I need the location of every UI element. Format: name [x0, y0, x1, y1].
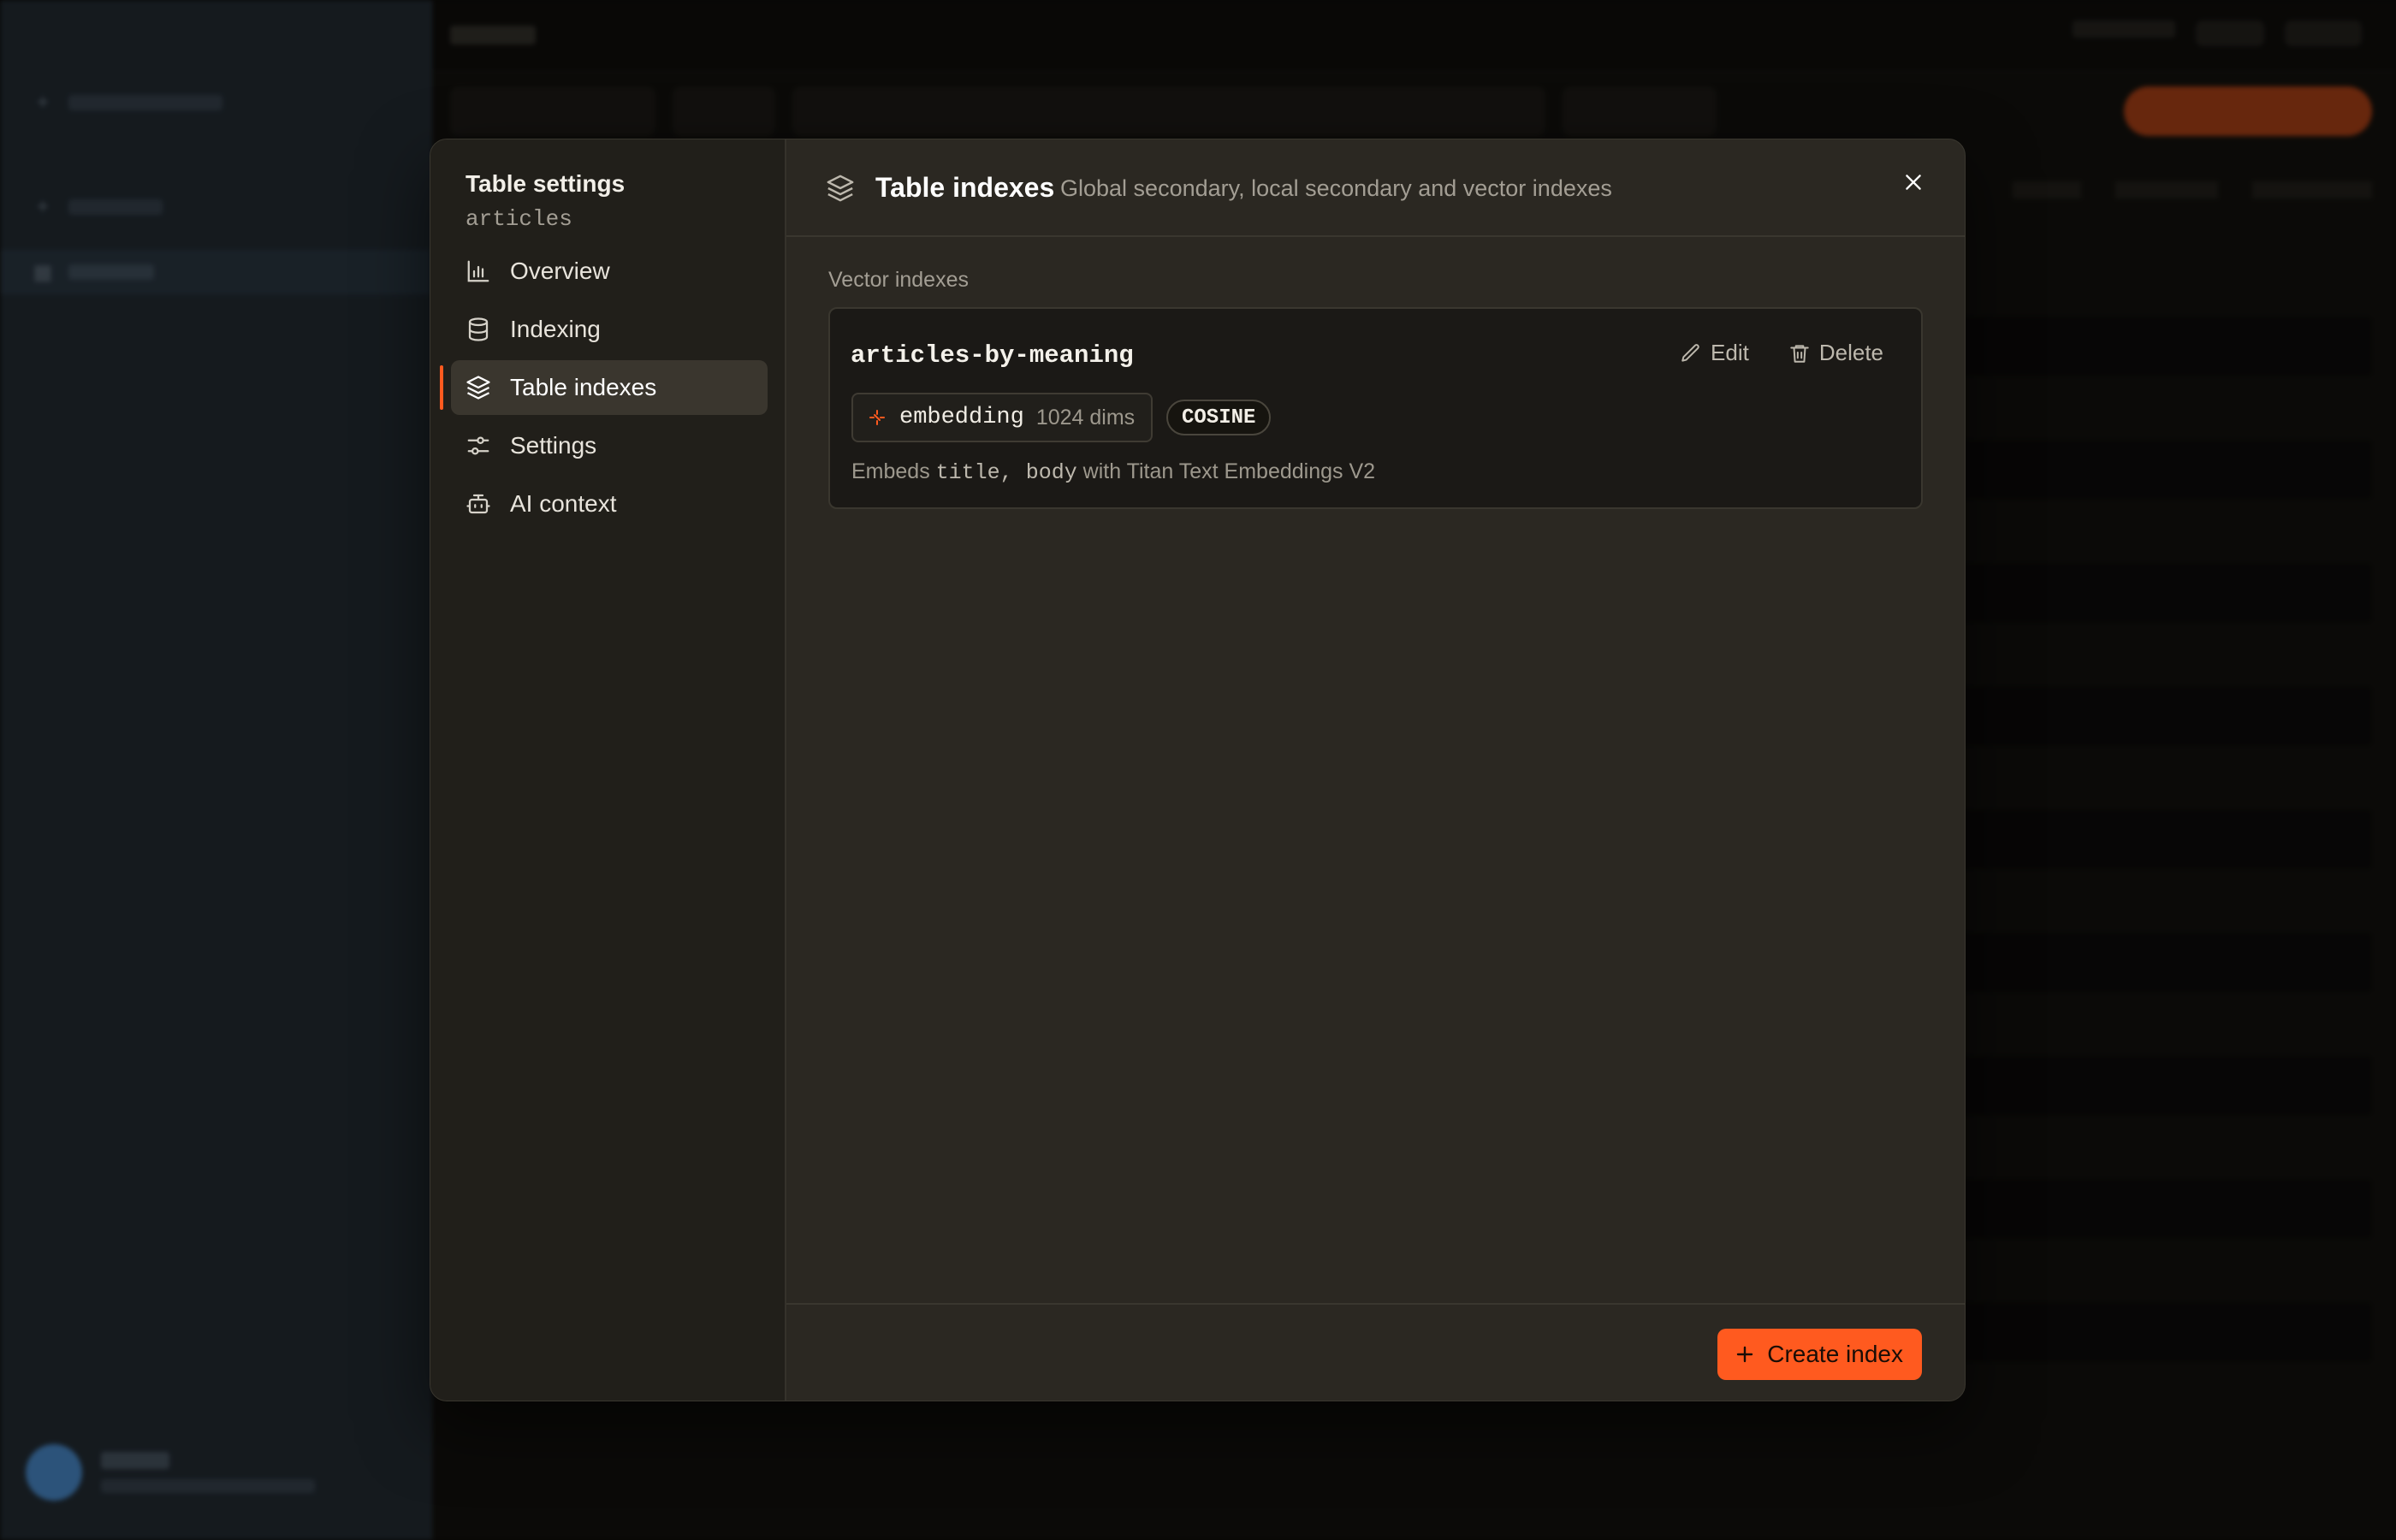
page-title: Table indexes — [875, 172, 1055, 203]
nav-item-label: AI context — [510, 490, 617, 517]
vector-field-icon — [869, 410, 885, 425]
content-header: Table indexes Global secondary, local se… — [786, 139, 1965, 237]
section-label-vector-indexes: Vector indexes — [828, 268, 969, 292]
nav-item-settings[interactable]: Settings — [451, 418, 768, 473]
database-icon — [468, 317, 489, 341]
sliders-icon — [467, 436, 489, 455]
edit-label: Edit — [1711, 340, 1749, 365]
edit-button[interactable]: Edit — [1680, 340, 1749, 366]
robot-icon — [466, 494, 490, 514]
content-footer: Create index — [786, 1303, 1965, 1401]
nav-title: Table settings — [466, 170, 626, 197]
plus-icon — [1737, 1346, 1753, 1363]
nav-item-overview[interactable]: Overview — [451, 244, 768, 299]
layers-icon — [827, 175, 854, 202]
card-actions: Edit Delete — [1680, 340, 1883, 366]
pencil-icon — [1681, 343, 1699, 362]
nav-item-table-indexes[interactable]: Table indexes — [440, 360, 768, 415]
layers-icon — [466, 376, 490, 400]
distance-metric-badge: COSINE — [1166, 400, 1272, 435]
nav-item-label: Settings — [510, 432, 597, 459]
embeds-fields: title, body — [935, 460, 1077, 485]
nav-table-name: articles — [466, 206, 572, 232]
create-index-label: Create index — [1767, 1341, 1903, 1367]
field-name: embedding — [899, 405, 1024, 430]
nav-item-label: Table indexes — [510, 374, 657, 400]
create-index-button[interactable]: Create index — [1717, 1329, 1922, 1380]
nav-list: Overview Indexing Table indexes Settings… — [440, 244, 768, 535]
embeds-suffix: with Titan Text Embeddings V2 — [1082, 459, 1376, 483]
vector-field-chip: embedding 1024 dims — [851, 393, 1153, 442]
nav-item-label: Overview — [510, 258, 610, 284]
page-description: Global secondary, local secondary and ve… — [1060, 175, 1612, 201]
settings-nav: Table settings articles Overview Indexin… — [430, 139, 786, 1401]
field-dimensions: 1024 dims — [1035, 405, 1136, 429]
table-settings-modal: Table settings articles Overview Indexin… — [430, 139, 1966, 1401]
delete-button[interactable]: Delete — [1788, 340, 1883, 366]
close-button[interactable] — [1896, 165, 1930, 199]
nav-item-ai-context[interactable]: AI context — [451, 477, 768, 531]
nav-item-label: Indexing — [510, 316, 601, 342]
embedding-description: Embeds title, body with Titan Text Embed… — [851, 459, 1375, 485]
close-icon — [1906, 175, 1921, 190]
delete-label: Delete — [1818, 340, 1883, 365]
nav-item-indexing[interactable]: Indexing — [451, 302, 768, 357]
vector-index-card: articles-by-meaning Edit Delete embeddin… — [828, 307, 1923, 509]
index-name: articles-by-meaning — [851, 341, 1134, 370]
embeds-prefix: Embeds — [851, 459, 930, 483]
bar-chart-icon — [467, 260, 489, 282]
settings-content: Table indexes Global secondary, local se… — [786, 139, 1965, 1401]
trash-icon — [1790, 344, 1809, 363]
